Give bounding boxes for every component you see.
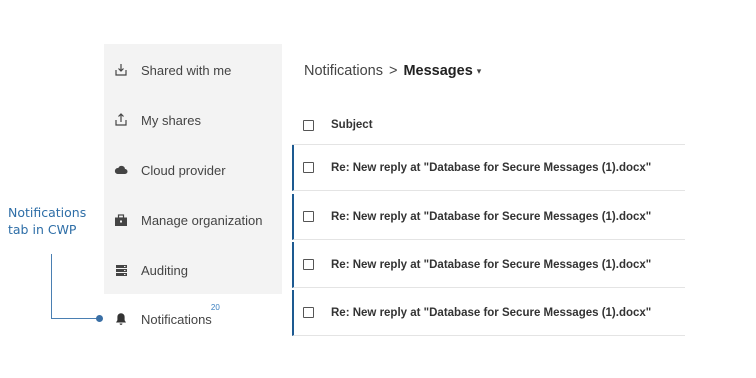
download-tray-icon (104, 63, 138, 77)
row-checkbox[interactable] (303, 162, 314, 173)
breadcrumb-parent[interactable]: Notifications (304, 63, 383, 79)
cloud-icon (104, 164, 138, 176)
sidebar-item-notifications[interactable]: Notifications 20 (104, 294, 282, 344)
annotation-label: Notifications tab in CWP (8, 205, 87, 237)
message-subject[interactable]: Re: New reply at "Database for Secure Me… (331, 307, 651, 319)
sidebar-item-label: Shared with me (141, 62, 232, 78)
sidebar-item-my-shares[interactable]: My shares (104, 95, 282, 145)
annotation-connector-vertical (51, 254, 52, 319)
sidebar-item-label: Auditing (141, 262, 188, 278)
breadcrumb-separator: > (388, 63, 398, 79)
row-checkbox[interactable] (303, 259, 314, 270)
sidebar-item-auditing[interactable]: Auditing (104, 245, 282, 295)
sidebar-item-label: Cloud provider (141, 162, 226, 178)
upload-tray-icon (104, 113, 138, 127)
bell-icon (104, 312, 138, 326)
table-row[interactable]: Re: New reply at "Database for Secure Me… (292, 242, 685, 288)
sidebar-item-label: Manage organization (141, 212, 263, 228)
row-checkbox[interactable] (303, 211, 314, 222)
breadcrumb-current[interactable]: Messages (403, 63, 472, 79)
notification-count-badge: 20 (210, 302, 220, 312)
table-header: Subject (294, 110, 685, 140)
notifications-label: Notifications (141, 311, 212, 327)
annotation-connector-horizontal (51, 318, 99, 319)
table-row[interactable]: Re: New reply at "Database for Secure Me… (292, 194, 685, 240)
table-row[interactable]: Re: New reply at "Database for Secure Me… (292, 290, 685, 336)
column-header-subject[interactable]: Subject (331, 119, 373, 131)
briefcase-icon (104, 213, 138, 227)
chevron-down-icon[interactable]: ▾ (477, 66, 482, 77)
annotation-pointer-dot (96, 315, 103, 322)
row-checkbox[interactable] (303, 307, 314, 318)
message-subject[interactable]: Re: New reply at "Database for Secure Me… (331, 259, 651, 271)
sidebar-item-cloud-provider[interactable]: Cloud provider (104, 145, 282, 195)
message-subject[interactable]: Re: New reply at "Database for Secure Me… (331, 211, 651, 223)
sidebar-item-manage-organization[interactable]: Manage organization (104, 195, 282, 245)
breadcrumb: Notifications > Messages ▾ (304, 63, 481, 79)
sidebar-item-label: Notifications 20 (141, 303, 220, 327)
select-all-checkbox[interactable] (303, 119, 314, 131)
table-row[interactable]: Re: New reply at "Database for Secure Me… (292, 145, 685, 191)
message-subject[interactable]: Re: New reply at "Database for Secure Me… (331, 162, 651, 174)
sidebar-item-shared-with-me[interactable]: Shared with me (104, 45, 282, 95)
server-icon (104, 264, 138, 277)
sidebar-item-label: My shares (141, 112, 201, 128)
